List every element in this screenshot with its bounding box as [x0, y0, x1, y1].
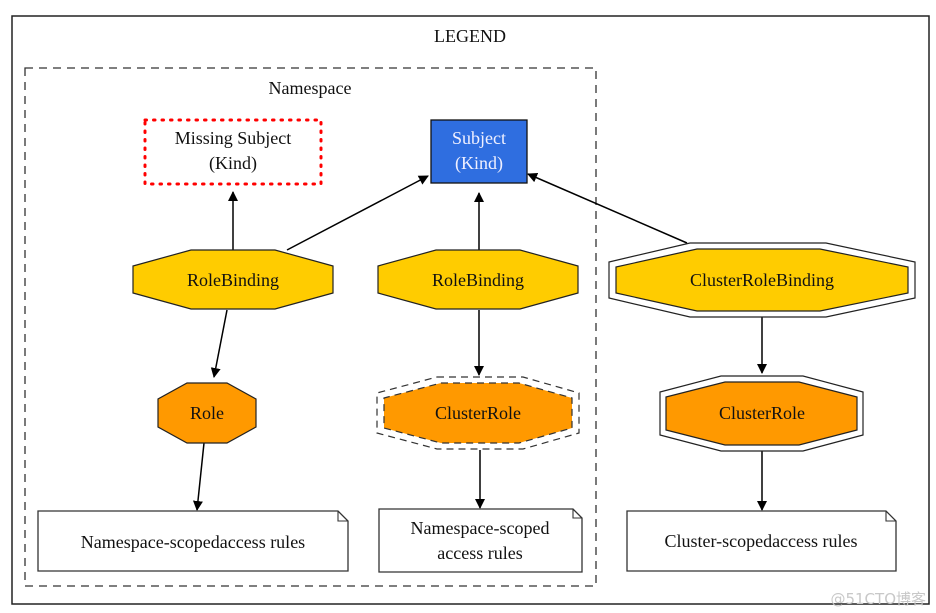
svg-text:RoleBinding: RoleBinding [432, 270, 524, 290]
rolebinding-left-node[interactable]: RoleBinding [132, 249, 334, 310]
edge-rb-left-to-subject [286, 175, 429, 251]
watermark: @51CTO博客 [830, 590, 926, 608]
namespace-label: Namespace [269, 78, 352, 98]
rules-namespace-left-note[interactable]: Namespace-scopedaccess rules [37, 510, 349, 572]
clusterrole-cluster-node[interactable]: ClusterRole [659, 375, 864, 452]
svg-text:Subject: Subject [452, 128, 506, 148]
role-node[interactable]: Role [157, 382, 257, 444]
svg-text:Namespace-scoped: Namespace-scoped [411, 518, 550, 538]
svg-text:ClusterRole: ClusterRole [719, 403, 805, 423]
rolebinding-mid-node[interactable]: RoleBinding [377, 249, 579, 310]
svg-text:Role: Role [190, 403, 224, 423]
svg-text:(Kind): (Kind) [455, 153, 503, 174]
edges [192, 172, 767, 511]
svg-text:RoleBinding: RoleBinding [187, 270, 279, 290]
clusterrole-namespace-node[interactable]: ClusterRole [376, 376, 580, 450]
missing-subject-node[interactable]: Missing Subject (Kind) [143, 118, 323, 186]
svg-text:ClusterRole: ClusterRole [435, 403, 521, 423]
edge-crb-to-subject [527, 172, 688, 244]
svg-text:ClusterRoleBinding: ClusterRoleBinding [690, 270, 834, 290]
edge-rb-left-to-role [210, 309, 228, 378]
svg-text:Cluster-scopedaccess rules: Cluster-scopedaccess rules [664, 531, 857, 551]
edge-role-to-rules [192, 442, 205, 511]
svg-text:access rules: access rules [437, 543, 522, 563]
rules-namespace-mid-note[interactable]: Namespace-scoped access rules [378, 508, 583, 573]
legend-title: LEGEND [434, 26, 506, 46]
rbac-legend-diagram: LEGEND Namespace Missing Subject (Kind) … [11, 15, 930, 605]
clusterrolebinding-node[interactable]: ClusterRoleBinding [608, 242, 916, 318]
svg-text:Namespace-scopedaccess rules: Namespace-scopedaccess rules [81, 532, 305, 552]
subject-node[interactable]: Subject (Kind) [430, 119, 528, 184]
svg-text:(Kind): (Kind) [209, 153, 257, 174]
svg-text:Missing Subject: Missing Subject [175, 128, 292, 148]
rules-cluster-note[interactable]: Cluster-scopedaccess rules [626, 510, 897, 572]
